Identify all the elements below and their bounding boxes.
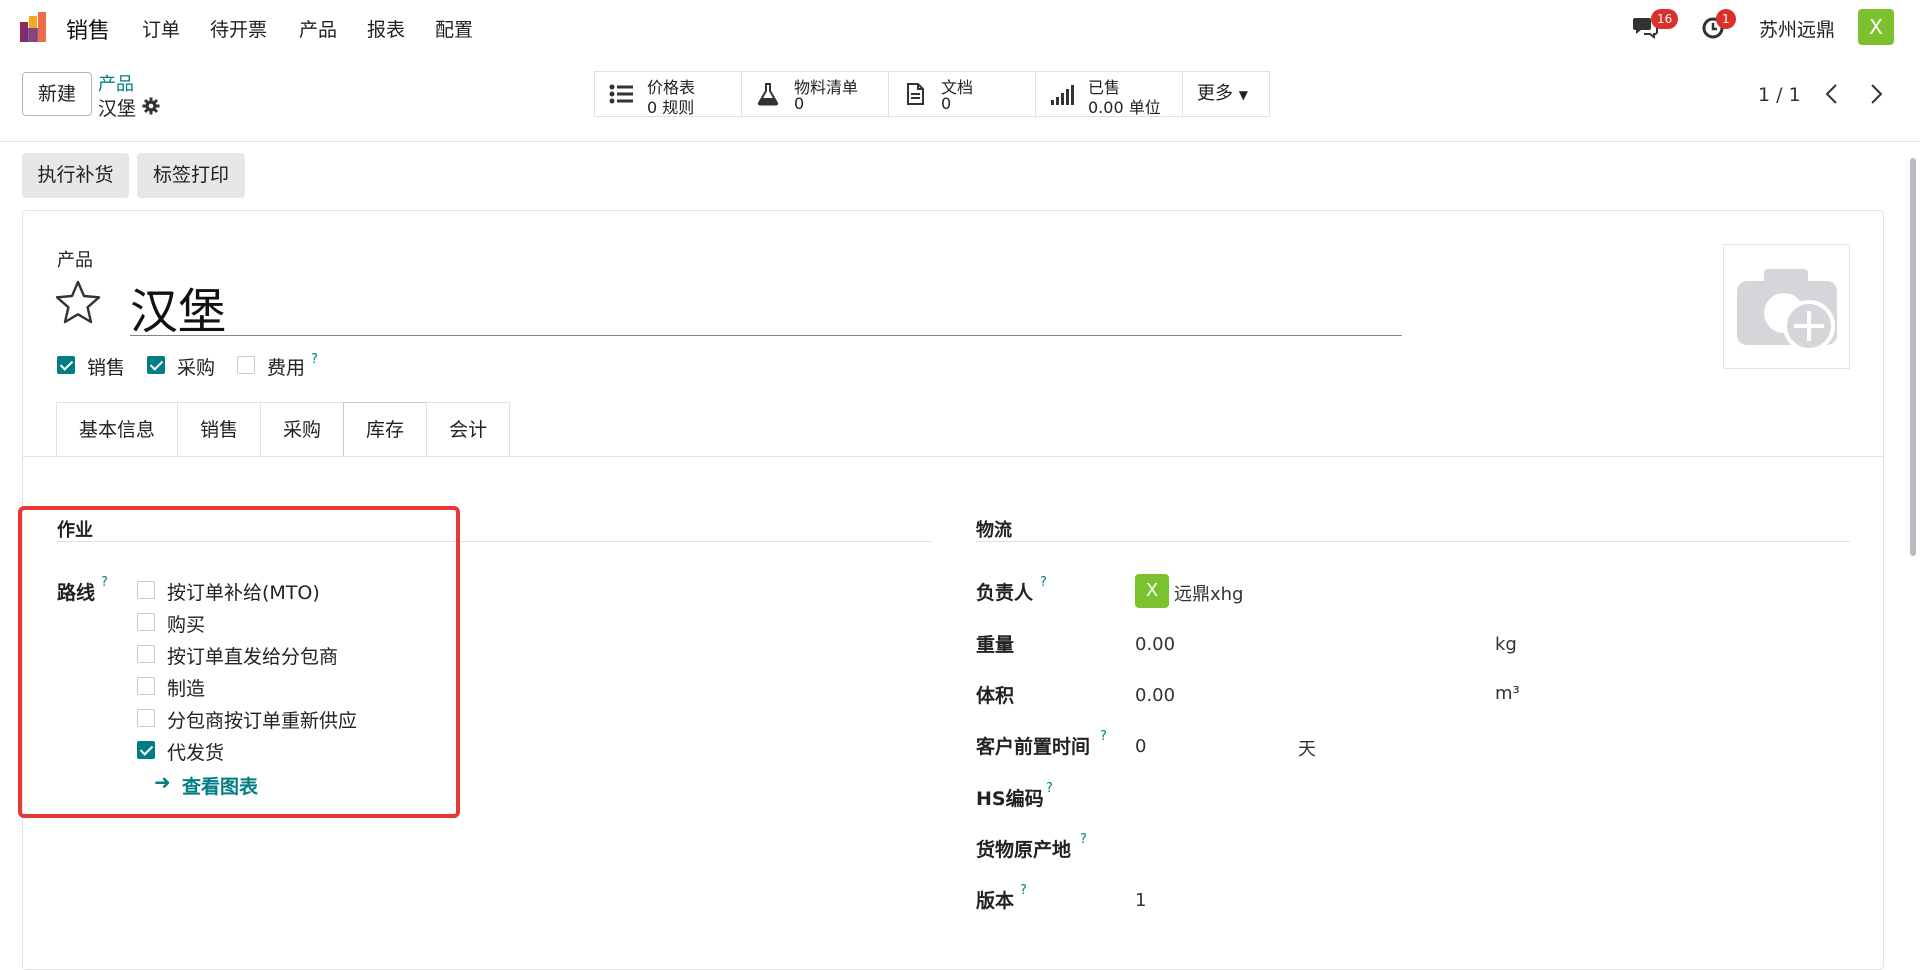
help-icon[interactable]: ? <box>1046 781 1053 796</box>
logistics-divider <box>976 541 1850 542</box>
form-tabs: 基本信息 销售 采购 库存 会计 <box>56 402 511 457</box>
volume-field[interactable]: 0.00 <box>1135 685 1175 706</box>
bar-chart-icon <box>1051 85 1074 105</box>
smart-buttons: 价格表 0 规则 物料清单 0 文档 0 已售 0.00 单位 更多 ▼ <box>594 71 1270 117</box>
weight-unit: kg <box>1495 634 1517 655</box>
help-icon[interactable]: ? <box>1040 575 1047 590</box>
smart-value: 0.00 单位 <box>1088 98 1161 117</box>
company-switcher[interactable]: 苏州远鼎 <box>1759 15 1835 42</box>
responsible-label: 负责人 <box>976 582 1034 604</box>
tab-general-info[interactable]: 基本信息 <box>56 402 179 457</box>
replenish-button[interactable]: 执行补货 <box>22 153 129 198</box>
gear-icon[interactable] <box>142 97 160 115</box>
help-icon[interactable]: ? <box>1100 729 1107 744</box>
tab-divider <box>22 456 1884 457</box>
caret-down-icon: ▼ <box>1238 88 1248 102</box>
can-be-sold-label: 销售 <box>87 357 126 379</box>
user-avatar[interactable]: X <box>1858 9 1894 45</box>
can-be-purchased-checkbox[interactable] <box>147 356 165 374</box>
scrollbar-thumb[interactable] <box>1910 158 1916 556</box>
responsible-field[interactable]: 远鼎xhg <box>1174 580 1244 606</box>
breadcrumb-parent[interactable]: 产品 <box>98 70 134 96</box>
activities-badge: 1 <box>1716 9 1736 29</box>
messages-badge: 16 <box>1651 9 1679 29</box>
breadcrumb-current: 汉堡 <box>98 98 137 120</box>
documents-smart-button[interactable]: 文档 0 <box>889 72 1036 116</box>
tab-sales[interactable]: 销售 <box>177 402 262 457</box>
menu-to-invoice[interactable]: 待开票 <box>210 15 267 42</box>
more-dropdown[interactable]: 更多 ▼ <box>1183 72 1269 116</box>
tab-accounting[interactable]: 会计 <box>426 402 511 457</box>
lead-time-label: 客户前置时间 <box>976 736 1091 758</box>
can-be-expensed-label: 费用 <box>267 357 306 379</box>
menu-reporting[interactable]: 报表 <box>367 15 405 42</box>
print-labels-button[interactable]: 标签打印 <box>137 153 245 198</box>
tab-purchase[interactable]: 采购 <box>260 402 345 457</box>
can-be-expensed-checkbox[interactable] <box>237 356 255 374</box>
product-name-label: 产品 <box>57 250 93 271</box>
weight-field[interactable]: 0.00 <box>1135 634 1175 655</box>
app-logo-icon[interactable] <box>20 12 52 42</box>
hs-code-label: HS编码 <box>976 788 1044 810</box>
lead-time-unit: 天 <box>1298 739 1316 760</box>
pricelist-smart-button[interactable]: 价格表 0 规则 <box>595 72 742 117</box>
logistics-section-title: 物流 <box>976 520 1012 541</box>
chevron-right-icon[interactable] <box>1866 82 1886 106</box>
app-name[interactable]: 销售 <box>66 13 110 45</box>
sold-smart-button[interactable]: 已售 0.00 单位 <box>1036 72 1183 117</box>
can-be-sold-checkbox[interactable] <box>57 356 75 374</box>
volume-label: 体积 <box>976 685 1015 707</box>
flask-icon <box>757 83 779 106</box>
pager-value[interactable]: 1 / 1 <box>1758 84 1801 106</box>
product-name-input[interactable]: 汉堡 <box>130 272 1402 340</box>
volume-unit: m³ <box>1495 683 1520 704</box>
document-icon <box>907 83 924 105</box>
list-icon <box>609 84 633 104</box>
smart-value: 0 规则 <box>647 98 695 117</box>
help-icon[interactable]: ? <box>311 352 318 367</box>
more-label: 更多 <box>1197 83 1233 104</box>
version-field[interactable]: 1 <box>1135 890 1146 911</box>
smart-value: 0 <box>941 94 952 113</box>
control-panel: 新建 产品 汉堡 价格表 0 规则 物料清单 0 文档 0 已售 0.00 单位… <box>0 54 1920 142</box>
lead-time-field[interactable]: 0 <box>1135 736 1146 757</box>
help-icon[interactable]: ? <box>1080 832 1087 847</box>
star-icon[interactable] <box>54 279 102 325</box>
menu-products[interactable]: 产品 <box>299 15 337 42</box>
product-image[interactable] <box>1723 244 1850 369</box>
smart-value: 0 <box>794 94 805 113</box>
top-navbar: 销售 订单 待开票 产品 报表 配置 16 1 苏州远鼎 X <box>0 0 1920 54</box>
responsible-avatar: X <box>1135 574 1169 608</box>
can-be-purchased-label: 采购 <box>177 357 216 379</box>
version-label: 版本 <box>976 890 1015 912</box>
highlight-box <box>18 506 460 818</box>
chevron-left-icon[interactable] <box>1822 82 1842 106</box>
menu-configuration[interactable]: 配置 <box>435 15 473 42</box>
camera-plus-icon <box>1737 269 1837 352</box>
bom-smart-button[interactable]: 物料清单 0 <box>742 72 889 116</box>
weight-label: 重量 <box>976 634 1015 656</box>
tab-inventory[interactable]: 库存 <box>343 402 428 457</box>
menu-orders[interactable]: 订单 <box>142 15 180 42</box>
new-button[interactable]: 新建 <box>22 72 92 116</box>
help-icon[interactable]: ? <box>1020 883 1027 898</box>
origin-country-label: 货物原产地 <box>976 839 1072 861</box>
